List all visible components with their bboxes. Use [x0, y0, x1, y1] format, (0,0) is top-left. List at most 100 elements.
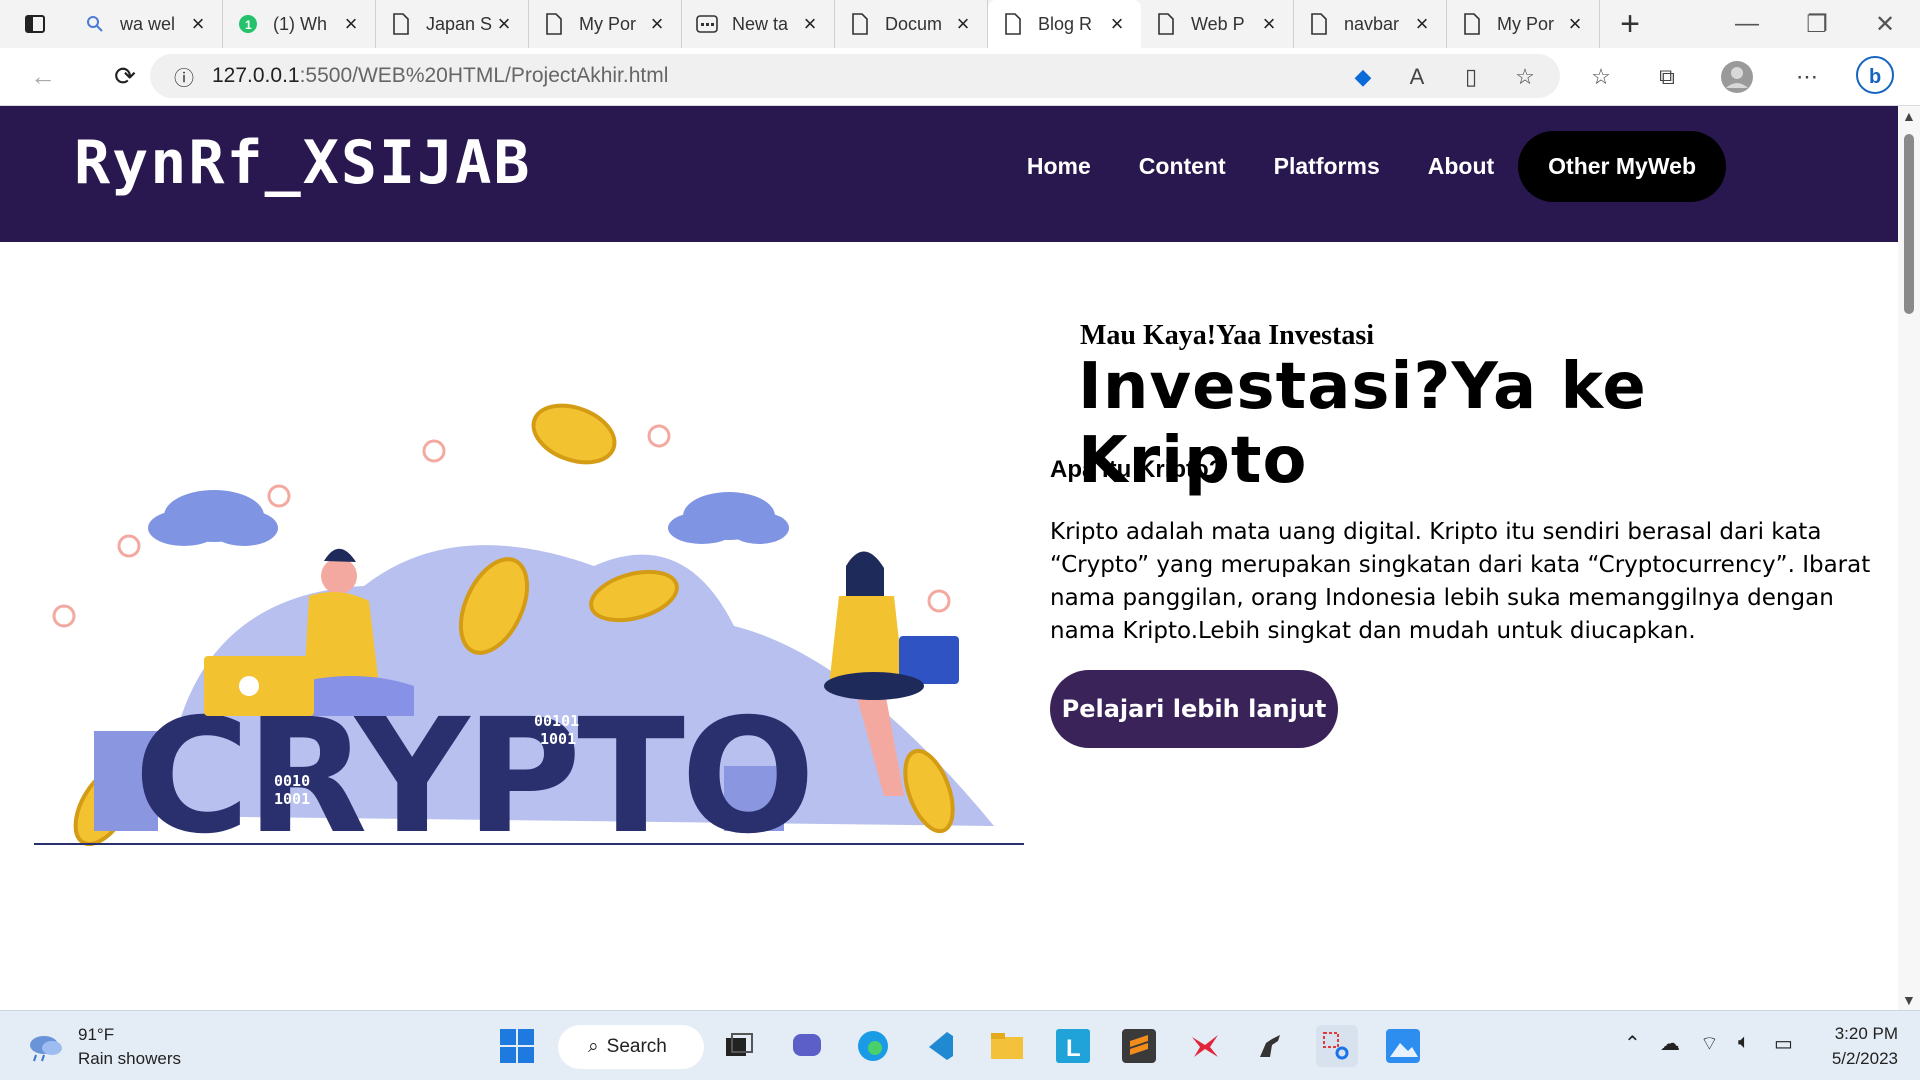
- dino-app-icon[interactable]: [1250, 1025, 1292, 1067]
- tab-actions-icon[interactable]: [0, 0, 70, 48]
- edge-icon[interactable]: [852, 1025, 894, 1067]
- nav-content[interactable]: Content: [1139, 153, 1226, 180]
- cloud-rain-icon: [30, 1036, 62, 1062]
- close-tab-icon[interactable]: ×: [800, 11, 820, 37]
- vertical-scrollbar[interactable]: ▲ ▼: [1898, 106, 1920, 1010]
- chevron-up-icon[interactable]: ⌃: [1624, 1031, 1641, 1056]
- xmind-icon[interactable]: [1184, 1025, 1226, 1067]
- refresh-icon[interactable]: ⟳: [98, 55, 152, 99]
- page-icon: [1308, 13, 1330, 35]
- immersive-reader-icon[interactable]: ▯: [1452, 58, 1490, 96]
- tab-label: (1) Wh: [273, 13, 327, 34]
- close-tab-icon[interactable]: ×: [1259, 11, 1279, 37]
- svg-text:00101: 00101: [534, 712, 579, 730]
- browser-tab[interactable]: New ta ×: [682, 0, 835, 48]
- clock[interactable]: 3:20 PM 5/2/2023: [1832, 1021, 1898, 1071]
- collections-icon[interactable]: ⧉: [1648, 58, 1686, 96]
- tab-label: Blog R: [1038, 13, 1093, 34]
- nav-platforms[interactable]: Platforms: [1274, 153, 1380, 180]
- favorites-icon[interactable]: ☆: [1582, 58, 1620, 96]
- browser-tab[interactable]: My Por ×: [529, 0, 682, 48]
- wifi-icon[interactable]: ⌔: [1700, 1031, 1719, 1056]
- page-viewport: RynRf_XSIJAB Home Content Platforms Abou…: [0, 106, 1898, 1010]
- page-icon: [1461, 13, 1483, 35]
- svg-text:1001: 1001: [274, 790, 310, 808]
- start-icon[interactable]: [496, 1025, 538, 1067]
- snipping-tool-icon[interactable]: [1316, 1025, 1358, 1067]
- coupon-icon[interactable]: ◆: [1344, 58, 1382, 96]
- browser-tab[interactable]: Web P ×: [1141, 0, 1294, 48]
- file-explorer-icon[interactable]: [986, 1025, 1028, 1067]
- profile-avatar[interactable]: [1718, 58, 1756, 96]
- close-tab-icon[interactable]: ×: [953, 11, 973, 37]
- nav-other-myweb-button[interactable]: Other MyWeb: [1518, 131, 1726, 202]
- read-aloud-icon[interactable]: A: [1398, 58, 1436, 96]
- newtab-icon: [696, 13, 718, 35]
- weather-widget[interactable]: 91°F Rain showers: [26, 1023, 181, 1071]
- taskbar: 91°F Rain showers ⌕ Search L ⌃ ☁ ⌔ 🔈︎ ▭ 3…: [0, 1010, 1920, 1080]
- page-icon: [543, 13, 565, 35]
- close-tab-icon[interactable]: ×: [188, 11, 208, 37]
- hero-paragraph: Kripto adalah mata uang digital. Kripto …: [1050, 519, 1871, 644]
- clock-time: 3:20 PM: [1834, 1024, 1898, 1043]
- volume-icon[interactable]: 🔈︎: [1738, 1031, 1750, 1054]
- task-view-icon[interactable]: [718, 1025, 760, 1067]
- nav-home[interactable]: Home: [1027, 153, 1091, 180]
- site-header: RynRf_XSIJAB Home Content Platforms Abou…: [0, 106, 1898, 242]
- site-info-icon[interactable]: ⓘ: [174, 62, 194, 91]
- svg-text:1001: 1001: [540, 730, 576, 748]
- vscode-icon[interactable]: [918, 1025, 960, 1067]
- url-text: 127.0.0.1:5500/WEB%20HTML/ProjectAkhir.h…: [212, 64, 669, 87]
- restore-button[interactable]: ❐: [1782, 0, 1852, 48]
- svg-text:0010: 0010: [274, 772, 310, 790]
- learn-more-button[interactable]: Pelajari lebih lanjut: [1050, 670, 1338, 748]
- back-icon[interactable]: ←: [16, 55, 70, 99]
- nav-about[interactable]: About: [1428, 153, 1494, 180]
- settings-more-icon[interactable]: ⋯: [1788, 58, 1826, 96]
- crypto-illustration: CRYPTO 00101 1001 0010 1001: [34, 403, 1024, 846]
- sublime-icon[interactable]: [1118, 1025, 1160, 1067]
- photos-icon[interactable]: [1382, 1025, 1424, 1067]
- browser-tab[interactable]: Japan S ×: [376, 0, 529, 48]
- hero-question: Apa Itu Kripto?: [1050, 456, 1224, 483]
- svg-text:b: b: [1869, 66, 1881, 88]
- site-logo[interactable]: RynRf_XSIJAB: [74, 128, 531, 198]
- tab-strip: wa wel × 1 (1) Wh × Japan S × My Por × New ta × Doc…: [0, 0, 1920, 48]
- close-tab-icon[interactable]: ×: [1107, 11, 1127, 37]
- tab-label: My Por: [579, 13, 637, 34]
- bing-icon[interactable]: b: [1856, 56, 1894, 94]
- tab-label: Web P: [1191, 13, 1245, 34]
- battery-icon[interactable]: ▭: [1774, 1031, 1793, 1056]
- tab-label: New ta: [732, 13, 789, 34]
- clock-date: 5/2/2023: [1831, 1049, 1898, 1068]
- browser-tab[interactable]: Blog R ×: [988, 0, 1141, 48]
- scrollbar-thumb[interactable]: [1904, 134, 1914, 314]
- scroll-up-icon[interactable]: ▲: [1902, 108, 1916, 124]
- page-icon: [1155, 13, 1177, 35]
- browser-tab[interactable]: 1 (1) Wh ×: [223, 0, 376, 48]
- close-tab-icon[interactable]: ×: [494, 11, 514, 37]
- l-app-icon[interactable]: L: [1052, 1025, 1094, 1067]
- browser-tab[interactable]: navbar ×: [1294, 0, 1447, 48]
- scroll-down-icon[interactable]: ▼: [1902, 992, 1916, 1008]
- close-tab-icon[interactable]: ×: [341, 11, 361, 37]
- close-window-button[interactable]: ✕: [1850, 0, 1920, 48]
- new-tab-button[interactable]: +: [1600, 0, 1660, 48]
- close-tab-icon[interactable]: ×: [1565, 11, 1585, 37]
- page-icon: [849, 13, 871, 35]
- whatsapp-icon: 1: [237, 13, 259, 35]
- close-tab-icon[interactable]: ×: [647, 11, 667, 37]
- address-bar: ← ⟳ ⓘ 127.0.0.1:5500/WEB%20HTML/ProjectA…: [0, 48, 1920, 106]
- page-icon: [390, 13, 412, 35]
- browser-tab[interactable]: Docum ×: [835, 0, 988, 48]
- teams-chat-icon[interactable]: [786, 1025, 828, 1067]
- svg-text:1: 1: [245, 18, 252, 32]
- browser-tab[interactable]: My Por ×: [1447, 0, 1600, 48]
- onedrive-icon[interactable]: ☁: [1660, 1031, 1680, 1056]
- add-favorite-icon[interactable]: ☆: [1506, 58, 1544, 96]
- close-tab-icon[interactable]: ×: [1412, 11, 1432, 37]
- browser-tab[interactable]: wa wel ×: [70, 0, 223, 48]
- taskbar-search[interactable]: ⌕ Search: [558, 1025, 704, 1069]
- minimize-button[interactable]: —: [1712, 0, 1782, 48]
- page-icon: [1002, 13, 1024, 35]
